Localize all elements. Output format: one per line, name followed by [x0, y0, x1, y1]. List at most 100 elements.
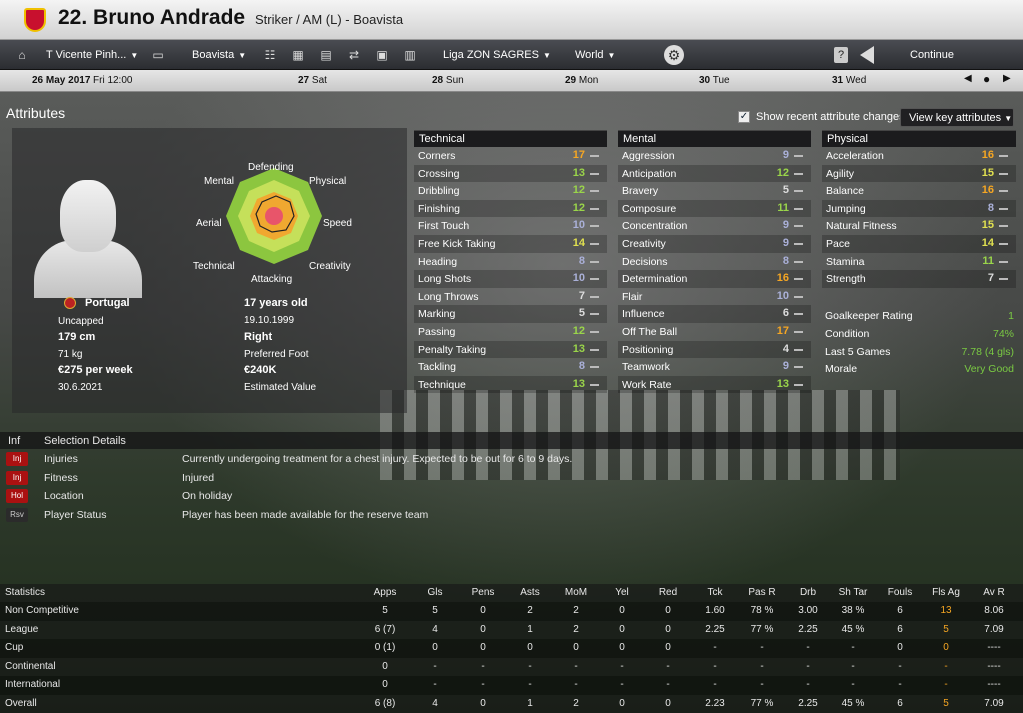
attribute-row-off-the-ball[interactable]: Off The Ball 17 [618, 323, 811, 341]
home-icon[interactable]: ⌂ [14, 48, 30, 62]
reserve-badge-icon: Rsv [6, 508, 28, 522]
attribute-row-corners[interactable]: Corners 17 [414, 147, 607, 165]
attribute-row-first-touch[interactable]: First Touch 10 [414, 217, 607, 235]
statistics-column-header[interactable]: Av R [969, 587, 1019, 598]
attribute-row-dribbling[interactable]: Dribbling 12 [414, 182, 607, 200]
world-menu[interactable]: World ▼ [575, 49, 615, 61]
statistics-column-header[interactable]: Pens [458, 587, 508, 598]
calendar-day[interactable]: 31 Wed [832, 75, 866, 86]
statistics-cell: - [481, 679, 485, 691]
attribute-row-bravery[interactable]: Bravery 5 [618, 182, 811, 200]
attribute-row-work-rate[interactable]: Work Rate 13 [618, 375, 811, 394]
attribute-row-pace[interactable]: Pace 14 [822, 234, 1016, 253]
statistics-cell: 0 [619, 642, 625, 654]
calendar-day[interactable]: 30 Tue [699, 75, 730, 86]
prev-arrow-icon[interactable]: ◀ [964, 73, 972, 84]
statistics-row[interactable]: Cup 0 (1) 0 0 0 0 0 0- - - -0 0 ---- [0, 639, 1023, 657]
statistics-cell: 0 [943, 642, 949, 654]
show-recent-checkbox[interactable]: ✓ [738, 111, 750, 123]
statistics-column-header[interactable]: Red [643, 587, 693, 598]
attribute-row-aggression[interactable]: Aggression 9 [618, 147, 811, 165]
attribute-row-agility[interactable]: Agility 15 [822, 164, 1016, 183]
attribute-row-positioning[interactable]: Positioning 4 [618, 340, 811, 359]
misc-label: Goalkeeper Rating [825, 310, 913, 322]
nav-bar: ⌂ T Vicente Pinh... ▼ ▭ Boavista ▼ ☷ ▦ ▤ ⇄… [0, 40, 1023, 70]
attribute-row-determination[interactable]: Determination 16 [618, 270, 811, 288]
attribute-row-technique[interactable]: Technique 13 [414, 375, 607, 394]
tactics-icon[interactable]: ▦ [290, 48, 306, 62]
attribute-row-crossing[interactable]: Crossing 13 [414, 164, 607, 183]
attribute-row-long-shots[interactable]: Long Shots 10 [414, 270, 607, 288]
attribute-row-penalty-taking[interactable]: Penalty Taking 13 [414, 340, 607, 359]
attribute-value: 13 [572, 166, 585, 179]
statistics-column-header[interactable]: Gls [410, 587, 460, 598]
attribute-row-passing[interactable]: Passing 12 [414, 323, 607, 341]
club-menu[interactable]: Boavista ▼ [192, 49, 246, 61]
statistics-column-header[interactable]: Drb [783, 587, 833, 598]
calendar-day[interactable]: 27 Sat [298, 75, 327, 86]
statistics-row[interactable]: International 0- - - - - - - - - - - - ---- [0, 676, 1023, 694]
attribute-row-finishing[interactable]: Finishing 12 [414, 199, 607, 218]
last-5-games-row[interactable]: Last 5 Games 7.78 (4 gls) [820, 343, 1020, 361]
finances-icon[interactable]: ▣ [374, 48, 390, 62]
statistics-column-header[interactable]: Yel [597, 587, 647, 598]
selection-row-desc: Injured [182, 472, 215, 484]
statistics-row[interactable]: Non Competitive 5 5 0 2 2 0 0 1.60 78 % 3.00 38 % 6 1… [0, 602, 1023, 620]
view-key-attributes-dropdown[interactable]: View key attributes ▼ [900, 108, 1014, 127]
current-date: 26 May 2017 [32, 75, 91, 86]
statistics-row[interactable]: League 6 (7) 4 0 1 2 0 0 2.25 77 % 2.25 45 % 6 5 7.09 [0, 620, 1023, 639]
league-menu[interactable]: Liga ZON SAGRES ▼ [443, 49, 551, 61]
selection-row-injuries[interactable]: Inj Injuries Currently undergoing treatm… [0, 450, 1023, 468]
attribute-row-strength[interactable]: Strength 7 [822, 270, 1016, 288]
attribute-row-natural-fitness[interactable]: Natural Fitness 15 [822, 217, 1016, 235]
next-arrow-icon[interactable]: ▶ [1003, 73, 1011, 84]
manager-menu[interactable]: T Vicente Pinh... ▼ [46, 49, 138, 61]
gear-icon[interactable]: ⚙ [664, 45, 684, 65]
back-arrow-icon[interactable] [860, 46, 874, 64]
selection-row-location[interactable]: Hol Location On holiday [0, 487, 1023, 505]
attribute-row-composure[interactable]: Composure 11 [618, 199, 811, 218]
attribute-row-marking[interactable]: Marking 5 [414, 305, 607, 323]
attribute-row-heading[interactable]: Heading 8 [414, 253, 607, 271]
statistics-column-header[interactable]: Pas R [737, 587, 787, 598]
statistics-column-header[interactable]: Sh Tar [828, 587, 878, 598]
nationality[interactable]: Portugal [85, 297, 130, 309]
transfers-icon[interactable]: ⇄ [346, 48, 362, 62]
staff-icon[interactable]: ▥ [402, 48, 418, 62]
attribute-row-flair[interactable]: Flair 10 [618, 288, 811, 306]
calendar-day[interactable]: 29 Mon [565, 75, 598, 86]
attribute-row-creativity[interactable]: Creativity 9 [618, 234, 811, 253]
statistics-row[interactable]: Continental 0- - - - - - - - - - - - ---- [0, 657, 1023, 676]
squad-icon[interactable]: ☷ [262, 48, 278, 62]
attribute-row-free-kick-taking[interactable]: Free Kick Taking 14 [414, 234, 607, 253]
attribute-row-balance[interactable]: Balance 16 [822, 182, 1016, 200]
attribute-row-decisions[interactable]: Decisions 8 [618, 253, 811, 271]
statistics-column-header[interactable]: Asts [505, 587, 555, 598]
attribute-row-anticipation[interactable]: Anticipation 12 [618, 164, 811, 183]
attribute-row-stamina[interactable]: Stamina 11 [822, 253, 1016, 271]
attribute-row-long-throws[interactable]: Long Throws 7 [414, 288, 607, 306]
continue-button[interactable]: Continue [910, 49, 954, 61]
schedule-icon[interactable]: ▤ [318, 48, 334, 62]
attribute-row-teamwork[interactable]: Teamwork 9 [618, 358, 811, 376]
attribute-name: Passing [418, 325, 456, 338]
today-dot-icon[interactable]: ● [983, 72, 990, 86]
selection-row-fitness[interactable]: Inj Fitness Injured [0, 469, 1023, 487]
attribute-row-influence[interactable]: Influence 6 [618, 305, 811, 323]
attribute-row-jumping[interactable]: Jumping 8 [822, 199, 1016, 218]
statistics-column-header[interactable]: Tck [690, 587, 740, 598]
statistics-column-header[interactable]: MoM [551, 587, 601, 598]
calendar-day[interactable]: 28 Sun [432, 75, 464, 86]
attribute-row-tackling[interactable]: Tackling 8 [414, 358, 607, 376]
statistics-column-header[interactable]: Fouls [875, 587, 925, 598]
statistics-row[interactable]: Overall 6 (8) 4 0 1 2 0 0 2.23 77 % 2.25 45 % 6 5 7.09 [0, 695, 1023, 713]
statistics-cell: 78 % [750, 605, 774, 616]
attribute-row-concentration[interactable]: Concentration 9 [618, 217, 811, 235]
help-icon[interactable]: ? [834, 47, 848, 63]
selection-row-player-status[interactable]: Rsv Player Status Player has been made a… [0, 506, 1023, 524]
statistics-column-header[interactable]: Apps [360, 587, 410, 598]
statistics-column-header[interactable]: Fls Ag [921, 587, 971, 598]
attribute-value: 16 [981, 184, 994, 197]
inbox-icon[interactable]: ▭ [150, 48, 166, 62]
attribute-row-acceleration[interactable]: Acceleration 16 [822, 147, 1016, 165]
